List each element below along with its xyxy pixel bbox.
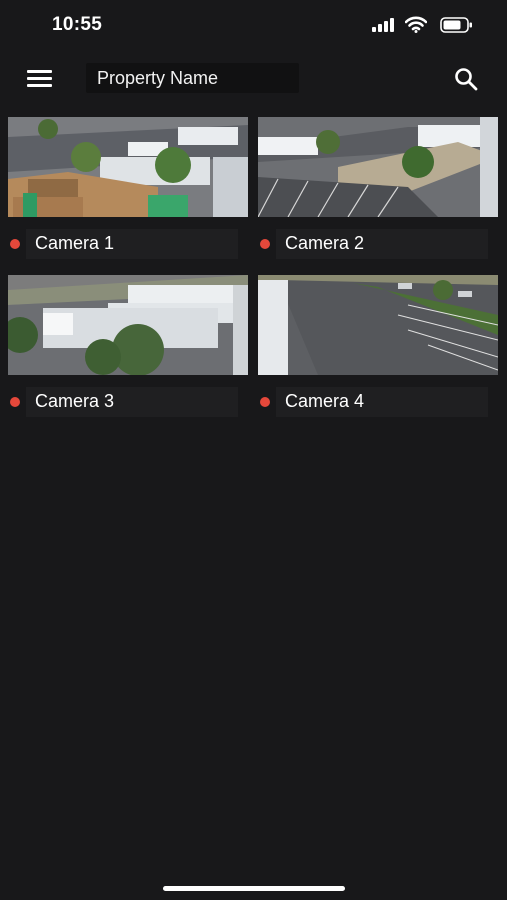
battery-icon bbox=[440, 17, 472, 33]
property-name-title[interactable]: Property Name bbox=[86, 63, 299, 93]
home-indicator[interactable] bbox=[163, 886, 345, 891]
camera-1-thumbnail[interactable] bbox=[8, 117, 248, 217]
camera-tile-4[interactable]: Camera 4 bbox=[258, 275, 498, 419]
hamburger-menu-icon-line bbox=[27, 84, 52, 87]
cellular-signal-icon bbox=[372, 18, 394, 32]
camera-4-label-row[interactable]: Camera 4 bbox=[258, 387, 498, 419]
camera-2-feed-image bbox=[258, 117, 498, 217]
camera-2-name: Camera 2 bbox=[285, 233, 365, 253]
camera-2-status-dot bbox=[260, 239, 270, 249]
status-time: 10:55 bbox=[52, 14, 103, 35]
camera-2-thumbnail[interactable] bbox=[258, 117, 498, 217]
menu-button[interactable] bbox=[27, 68, 53, 88]
hamburger-menu-icon bbox=[27, 70, 52, 73]
camera-1-status-dot bbox=[10, 239, 20, 249]
camera-3-label-row[interactable]: Camera 3 bbox=[8, 387, 248, 419]
camera-4-feed-image bbox=[258, 275, 498, 375]
camera-1-feed-image bbox=[8, 117, 248, 217]
camera-tile-2[interactable]: Camera 2 bbox=[258, 117, 498, 261]
camera-1-label-row[interactable]: Camera 1 bbox=[8, 229, 248, 261]
hamburger-menu-icon-line bbox=[27, 77, 52, 80]
camera-tile-1[interactable]: Camera 1 bbox=[8, 117, 248, 261]
camera-tile-3[interactable]: Camera 3 bbox=[8, 275, 248, 419]
camera-4-thumbnail[interactable] bbox=[258, 275, 498, 375]
camera-4-name: Camera 4 bbox=[285, 391, 365, 411]
status-bar: 10:55 bbox=[0, 0, 507, 52]
camera-2-label-row[interactable]: Camera 2 bbox=[258, 229, 498, 261]
camera-3-feed-image bbox=[8, 275, 248, 375]
camera-3-thumbnail[interactable] bbox=[8, 275, 248, 375]
camera-4-status-dot bbox=[260, 397, 270, 407]
camera-3-name: Camera 3 bbox=[35, 391, 115, 411]
camera-3-status-dot bbox=[10, 397, 20, 407]
search-icon[interactable] bbox=[453, 66, 479, 92]
wifi-icon bbox=[405, 16, 427, 33]
camera-1-name: Camera 1 bbox=[35, 233, 115, 253]
